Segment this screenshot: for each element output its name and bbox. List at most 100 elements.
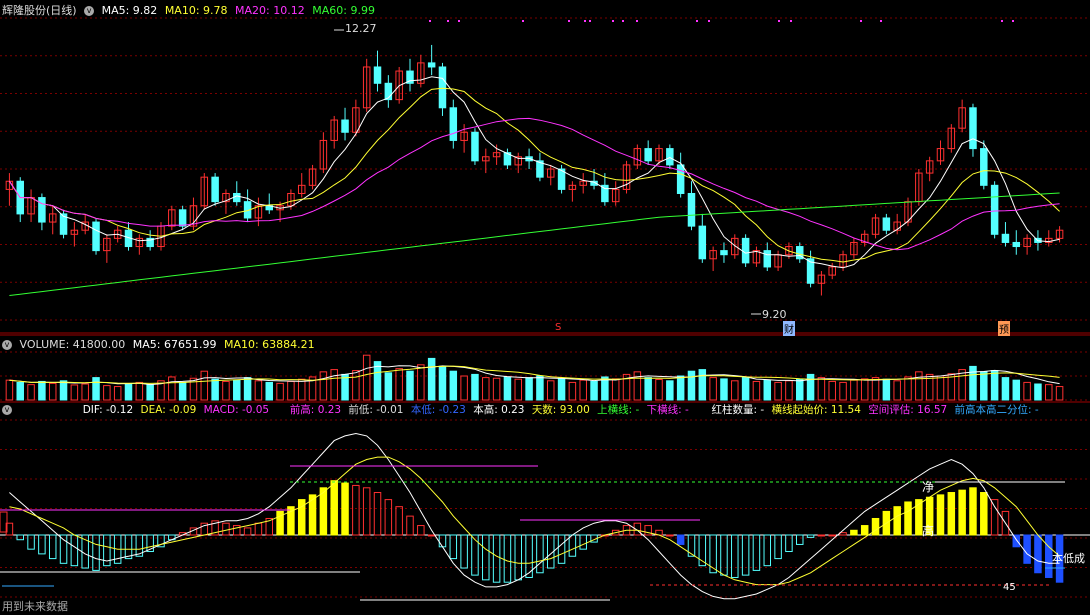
candle-body — [92, 221, 100, 252]
signal-dot — [622, 20, 624, 22]
macd-bar — [720, 534, 728, 576]
volume-bar — [48, 382, 57, 401]
macd-bar — [449, 534, 458, 560]
volume-bar — [178, 381, 187, 401]
macd-bar — [579, 534, 587, 550]
signal-dot — [708, 20, 710, 22]
macd-bar — [70, 534, 79, 567]
volume-bar — [265, 381, 273, 401]
volume-bar — [124, 383, 133, 401]
volume-bar — [168, 376, 176, 401]
macd-bar — [384, 499, 393, 536]
volume-bar — [731, 380, 739, 401]
high-price-label: 12.27 — [345, 22, 377, 35]
volume-bar — [1055, 386, 1064, 401]
volume-bar — [373, 361, 382, 401]
signal-dot — [589, 20, 591, 22]
signal-dot — [1012, 20, 1014, 22]
volume-bar — [536, 375, 544, 401]
bendi-label: 本低: -0.23 — [410, 404, 466, 416]
macd-bar — [741, 534, 750, 576]
text-bendicheng: 本低成 — [1052, 552, 1085, 565]
volume-bar — [5, 379, 14, 401]
macd-bar — [124, 534, 133, 560]
shanghx-label: 上横线: - — [597, 404, 640, 416]
volume-bar — [774, 381, 782, 401]
volume-bar — [471, 373, 479, 401]
signal-dot — [584, 20, 586, 22]
macd-bar — [752, 534, 761, 571]
signal-dot — [458, 20, 460, 22]
macd-bar — [16, 534, 24, 541]
collapse-icon[interactable]: v — [84, 6, 95, 16]
volume-bar — [590, 380, 598, 401]
candle-body — [666, 148, 674, 166]
volume-bar — [38, 380, 46, 401]
dif-line — [9, 432, 1060, 600]
macd-bar — [514, 534, 523, 581]
collapse-icon[interactable]: v — [2, 340, 12, 350]
ma5-line — [8, 76, 1060, 269]
volume-bar — [330, 369, 338, 401]
volume-bar — [222, 380, 230, 401]
volume-bar — [828, 380, 836, 401]
volume-bar — [904, 376, 912, 401]
volume-bar — [103, 385, 111, 401]
volume-bar — [860, 378, 869, 401]
volume-bar — [676, 375, 685, 401]
text-jing: 净 — [922, 480, 935, 494]
macd-bar — [676, 534, 685, 545]
candle-body — [990, 184, 999, 235]
macd-bar — [980, 492, 988, 536]
macd-bar — [254, 522, 263, 536]
volume-bar — [417, 364, 425, 401]
volume-bar — [1023, 381, 1031, 401]
macd-bar — [352, 484, 360, 536]
signal-dot — [880, 20, 882, 22]
low-price-label: 9.20 — [762, 308, 787, 321]
signal-dot — [612, 20, 614, 22]
macd-bar — [871, 517, 880, 536]
chart-root: 辉隆股份(日线) v MA5: 9.82 MA10: 9.78 MA20: 10… — [0, 0, 1090, 615]
macd-bar — [341, 482, 349, 536]
volume-bar — [254, 380, 263, 401]
xiahx-label: 下横线: - — [646, 404, 689, 416]
macd-bar — [92, 534, 100, 571]
macd-bar — [362, 487, 371, 536]
volume-bar — [81, 383, 89, 401]
volume-bar — [611, 378, 620, 401]
macd-header: v DIF: -0.12 DEA: -0.09 MACD: -0.05 前高: … — [2, 403, 1043, 417]
macd-bar — [503, 534, 512, 583]
candle-body — [969, 107, 977, 150]
dea-label: DEA: -0.09 — [140, 404, 197, 416]
volume-bar — [482, 377, 490, 401]
volume-bar — [492, 377, 501, 401]
signal-dot — [636, 20, 638, 22]
macd-bar — [243, 527, 252, 536]
qgbg-label: 前高本高二分位: - — [954, 404, 1039, 416]
vol-ma10-line — [9, 365, 1060, 384]
candle-body — [438, 66, 447, 109]
collapse-icon[interactable]: v — [2, 405, 12, 415]
candle-body — [211, 176, 219, 203]
candle-body — [233, 192, 241, 203]
vol-ma5-label: MA5: 67651.99 — [132, 338, 217, 351]
candle-body — [644, 148, 652, 162]
macd-bar — [990, 499, 999, 536]
signal-dot — [429, 20, 431, 22]
ma5-label: MA5: 9.82 — [101, 4, 158, 17]
signal-dot — [522, 20, 524, 22]
macd-bar — [893, 506, 901, 536]
macd-bar — [904, 501, 912, 536]
macd-bar — [969, 487, 977, 536]
volume-bar — [1012, 379, 1021, 401]
ma20-line — [8, 117, 1060, 251]
macd-bar — [330, 480, 338, 536]
macd-bar — [438, 534, 447, 548]
macd-bar — [731, 534, 739, 578]
volume-bar — [352, 370, 360, 401]
macd-bar — [492, 534, 501, 583]
volume-bar — [796, 379, 804, 401]
candle-body — [341, 119, 349, 133]
macd-bar — [850, 529, 858, 536]
